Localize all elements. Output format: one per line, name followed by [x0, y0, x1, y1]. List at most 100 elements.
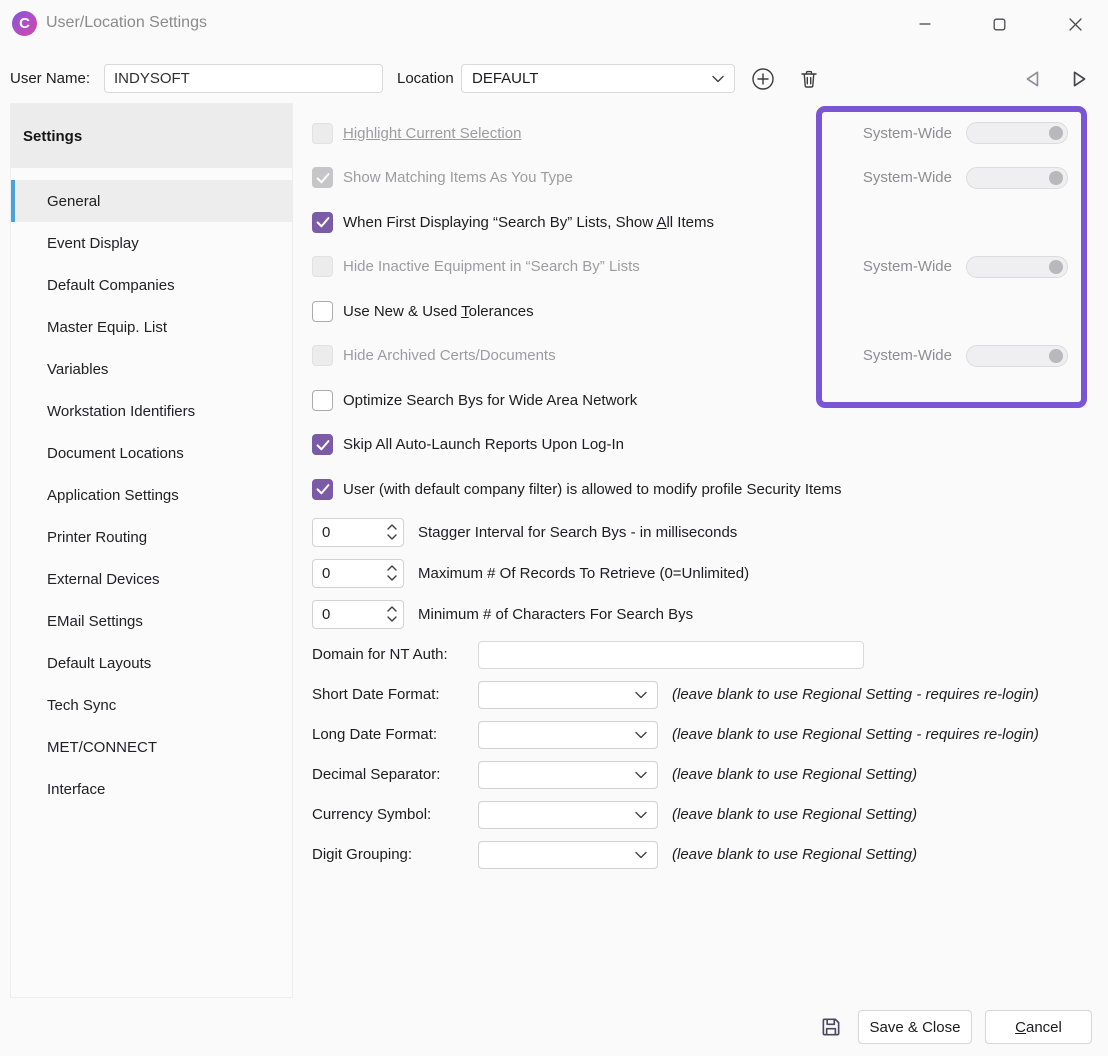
regional-setting-note: (leave blank to use Regional Setting) — [672, 766, 917, 783]
spinner-value: 0 — [322, 606, 387, 623]
checkbox-label: Hide Archived Certs/Documents — [343, 347, 556, 364]
system-wide-toggle-hide-archived-certs[interactable] — [966, 345, 1068, 367]
sidebar-header: Settings — [11, 104, 292, 168]
user-location-settings-window: C User/Location Settings User Name: Loca… — [0, 0, 1108, 1056]
next-record-button[interactable] — [1065, 65, 1093, 93]
system-wide-toggle-show-matching-items[interactable] — [966, 167, 1068, 189]
digit-grouping-select[interactable] — [478, 841, 658, 869]
checkbox-label: User (with default company filter) is al… — [343, 481, 842, 498]
sidebar-item-workstation-identifiers[interactable]: Workstation Identifiers — [11, 390, 292, 432]
chevron-down-icon — [635, 771, 647, 779]
chevron-down-icon — [712, 75, 724, 83]
stepper-icon[interactable] — [387, 564, 397, 582]
system-wide-label: System-Wide — [863, 125, 952, 142]
digit-grouping-label: Digit Grouping: — [312, 846, 478, 863]
sidebar-item-document-locations[interactable]: Document Locations — [11, 432, 292, 474]
save-and-close-button[interactable]: Save & Close — [858, 1010, 972, 1044]
spinner-label: Minimum # of Characters For Search Bys — [418, 606, 693, 623]
checkbox-hide-archived-certs — [312, 345, 333, 366]
system-wide-toggle-highlight-current-selection[interactable] — [966, 122, 1068, 144]
sidebar-item-met-connect[interactable]: MET/CONNECT — [11, 726, 292, 768]
sidebar-item-tech-sync[interactable]: Tech Sync — [11, 684, 292, 726]
checkbox-label: Use New & Used Tolerances — [343, 303, 534, 320]
decimal-separator-row: Decimal Separator: (leave blank to use R… — [312, 755, 1098, 795]
system-wide-label: System-Wide — [863, 347, 952, 364]
chevron-down-icon — [635, 851, 647, 859]
stepper-icon[interactable] — [387, 523, 397, 541]
close-icon[interactable] — [1060, 10, 1090, 38]
max-records-row: 0 Maximum # Of Records To Retrieve (0=Un… — [312, 553, 1098, 594]
checkbox-label: Show Matching Items As You Type — [343, 169, 573, 186]
checkbox-label: When First Displaying “Search By” Lists,… — [343, 214, 714, 231]
max-records-spinner[interactable]: 0 — [312, 559, 404, 588]
system-wide-toggle-hide-inactive-equipment[interactable] — [966, 256, 1068, 278]
min-characters-spinner[interactable]: 0 — [312, 600, 404, 629]
checkbox-skip-auto-launch-reports[interactable] — [312, 434, 333, 455]
setting-row-hide-inactive-equipment: Hide Inactive Equipment in “Search By” L… — [312, 245, 1098, 290]
system-wide-label: System-Wide — [863, 169, 952, 186]
delete-location-button[interactable] — [795, 65, 823, 93]
sidebar-item-event-display[interactable]: Event Display — [11, 222, 292, 264]
long-date-format-select[interactable] — [478, 721, 658, 749]
regional-setting-note: (leave blank to use Regional Setting) — [672, 846, 917, 863]
settings-sidebar: Settings General Event Display Default C… — [10, 103, 293, 998]
sidebar-item-interface[interactable]: Interface — [11, 768, 292, 810]
setting-row-skip-auto-launch-reports: Skip All Auto-Launch Reports Upon Log-In — [312, 423, 1098, 468]
regional-setting-note: (leave blank to use Regional Setting - r… — [672, 726, 1039, 743]
sidebar-item-default-layouts[interactable]: Default Layouts — [11, 642, 292, 684]
sidebar-item-printer-routing[interactable]: Printer Routing — [11, 516, 292, 558]
cancel-button[interactable]: Cancel — [985, 1010, 1092, 1044]
app-logo-icon: C — [12, 11, 37, 36]
checkbox-show-all-items[interactable] — [312, 212, 333, 233]
decimal-separator-select[interactable] — [478, 761, 658, 789]
checkbox-hide-inactive-equipment — [312, 256, 333, 277]
currency-symbol-label: Currency Symbol: — [312, 806, 478, 823]
sidebar-item-external-devices[interactable]: External Devices — [11, 558, 292, 600]
domain-nt-auth-row: Domain for NT Auth: — [312, 635, 1098, 675]
checkbox-label: Highlight Current Selection — [343, 125, 521, 142]
sidebar-item-variables[interactable]: Variables — [11, 348, 292, 390]
decimal-separator-label: Decimal Separator: — [312, 766, 478, 783]
window-title: User/Location Settings — [46, 14, 207, 32]
spinner-label: Maximum # Of Records To Retrieve (0=Unli… — [418, 565, 749, 582]
system-wide-label: System-Wide — [863, 258, 952, 275]
sidebar-item-default-companies[interactable]: Default Companies — [11, 264, 292, 306]
checkbox-use-new-used-tolerances[interactable] — [312, 301, 333, 322]
user-name-input[interactable] — [104, 64, 383, 93]
setting-row-modify-profile-security: User (with default company filter) is al… — [312, 467, 1098, 512]
save-icon-button[interactable] — [818, 1014, 844, 1040]
currency-symbol-select[interactable] — [478, 801, 658, 829]
add-location-button[interactable] — [749, 65, 777, 93]
sidebar-item-master-equip-list[interactable]: Master Equip. List — [11, 306, 292, 348]
minimize-icon[interactable] — [910, 10, 940, 38]
long-date-format-label: Long Date Format: — [312, 726, 478, 743]
short-date-format-row: Short Date Format: (leave blank to use R… — [312, 675, 1098, 715]
long-date-format-row: Long Date Format: (leave blank to use Re… — [312, 715, 1098, 755]
checkbox-modify-profile-security[interactable] — [312, 479, 333, 500]
toggle-knob — [1049, 126, 1063, 140]
location-select-value: DEFAULT — [472, 70, 712, 87]
sidebar-item-application-settings[interactable]: Application Settings — [11, 474, 292, 516]
checkbox-show-matching-items — [312, 167, 333, 188]
regional-setting-note: (leave blank to use Regional Setting - r… — [672, 686, 1039, 703]
chevron-down-icon — [635, 731, 647, 739]
domain-nt-auth-input[interactable] — [478, 641, 864, 669]
setting-row-hide-archived-certs: Hide Archived Certs/Documents System-Wid… — [312, 334, 1098, 379]
toggle-knob — [1049, 349, 1063, 363]
checkbox-highlight-current-selection — [312, 123, 333, 144]
previous-record-button[interactable] — [1019, 65, 1047, 93]
checkbox-optimize-search-bys[interactable] — [312, 390, 333, 411]
setting-row-show-matching-items: Show Matching Items As You Type System-W… — [312, 156, 1098, 201]
maximize-icon[interactable] — [984, 10, 1014, 38]
domain-nt-auth-label: Domain for NT Auth: — [312, 646, 478, 663]
spinner-value: 0 — [322, 565, 387, 582]
short-date-format-select[interactable] — [478, 681, 658, 709]
location-select[interactable]: DEFAULT — [461, 64, 735, 93]
regional-setting-note: (leave blank to use Regional Setting) — [672, 806, 917, 823]
stagger-interval-spinner[interactable]: 0 — [312, 518, 404, 547]
sidebar-item-general[interactable]: General — [11, 180, 292, 222]
spinner-label: Stagger Interval for Search Bys - in mil… — [418, 524, 737, 541]
stepper-icon[interactable] — [387, 605, 397, 623]
setting-row-optimize-search-bys: Optimize Search Bys for Wide Area Networ… — [312, 378, 1098, 423]
sidebar-item-email-settings[interactable]: EMail Settings — [11, 600, 292, 642]
